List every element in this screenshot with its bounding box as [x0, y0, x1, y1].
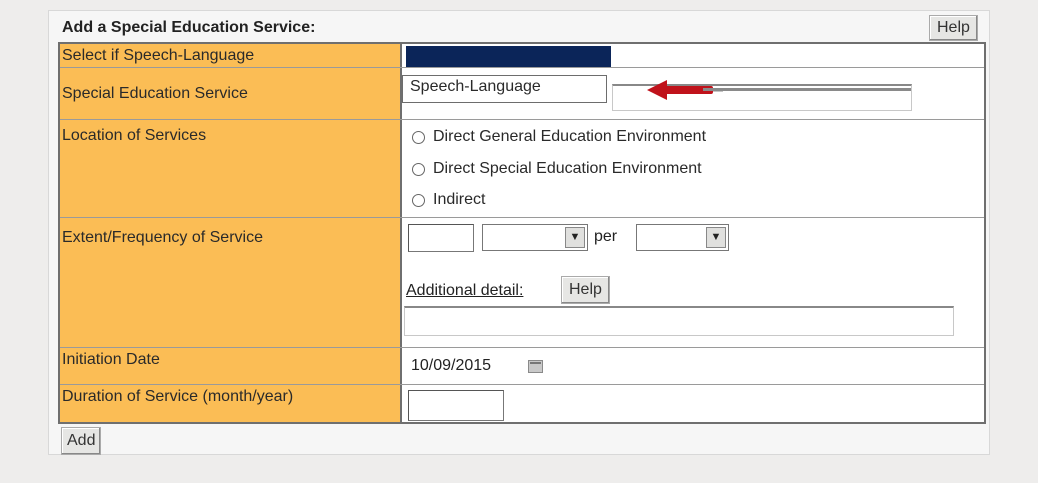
add-button[interactable]: Add — [61, 427, 102, 455]
frequency-unit-select[interactable]: ▼ — [482, 224, 588, 251]
duration-of-service-value — [404, 385, 984, 422]
location-option-label: Indirect — [433, 191, 486, 208]
location-options: Direct General Education Environment Dir… — [404, 120, 984, 217]
chevron-down-icon: ▼ — [706, 227, 726, 248]
radio-button[interactable] — [412, 162, 425, 176]
location-option-direct-general[interactable]: Direct General Education Environment — [412, 128, 706, 146]
panel-header: Add a Special Education Service: Help — [62, 14, 983, 42]
arrow-head — [647, 80, 667, 100]
location-option-direct-special[interactable]: Direct Special Education Environment — [412, 160, 702, 178]
calendar-icon[interactable] — [528, 360, 543, 373]
location-option-label: Direct General Education Environment — [433, 128, 707, 145]
help-button[interactable]: Help — [929, 15, 978, 41]
speech-language-selection[interactable] — [406, 46, 611, 67]
row-speech-language: Select if Speech-Language — [60, 44, 984, 68]
radio-button[interactable] — [412, 193, 425, 207]
frequency-amount-input[interactable] — [408, 224, 474, 252]
additional-detail-help-button[interactable]: Help — [561, 276, 610, 304]
dropdown-option-speech-language[interactable]: Speech-Language — [410, 78, 541, 95]
initiation-date-value: 10/09/2015 — [404, 348, 984, 384]
extent-frequency-value: ▼ per ▼ Additional detail: Help — [404, 218, 984, 347]
arrow-pointer-line — [703, 88, 911, 91]
additional-detail-link[interactable]: Additional detail: — [406, 282, 523, 300]
initiation-date-input[interactable]: 10/09/2015 — [408, 352, 521, 380]
service-dropdown-list[interactable]: Speech-Language — [402, 75, 607, 103]
additional-detail-field[interactable] — [404, 306, 954, 336]
speech-language-value — [404, 44, 984, 67]
row-duration-of-service: Duration of Service (month/year) — [60, 385, 984, 422]
row-initiation-date: Initiation Date 10/09/2015 — [60, 348, 984, 385]
initiation-date-text: 10/09/2015 — [411, 357, 492, 374]
panel-title: Add a Special Education Service: — [62, 19, 316, 36]
duration-input[interactable] — [408, 390, 504, 421]
radio-button[interactable] — [412, 130, 425, 144]
chevron-down-icon: ▼ — [565, 227, 585, 248]
location-option-label: Direct Special Education Environment — [433, 160, 702, 177]
special-education-service-label: Special Education Service — [60, 68, 402, 119]
initiation-date-label: Initiation Date — [60, 348, 402, 384]
location-of-services-label: Location of Services — [60, 120, 402, 217]
row-location-of-services: Location of Services Direct General Educ… — [60, 120, 984, 218]
duration-of-service-label: Duration of Service (month/year) — [60, 385, 402, 422]
per-label: per — [594, 228, 618, 245]
speech-language-label: Select if Speech-Language — [60, 44, 402, 67]
extent-frequency-label: Extent/Frequency of Service — [60, 218, 402, 347]
row-extent-frequency: Extent/Frequency of Service ▼ per ▼ Addi… — [60, 218, 984, 348]
frequency-period-select[interactable]: ▼ — [636, 224, 729, 251]
location-option-indirect[interactable]: Indirect — [412, 191, 485, 209]
